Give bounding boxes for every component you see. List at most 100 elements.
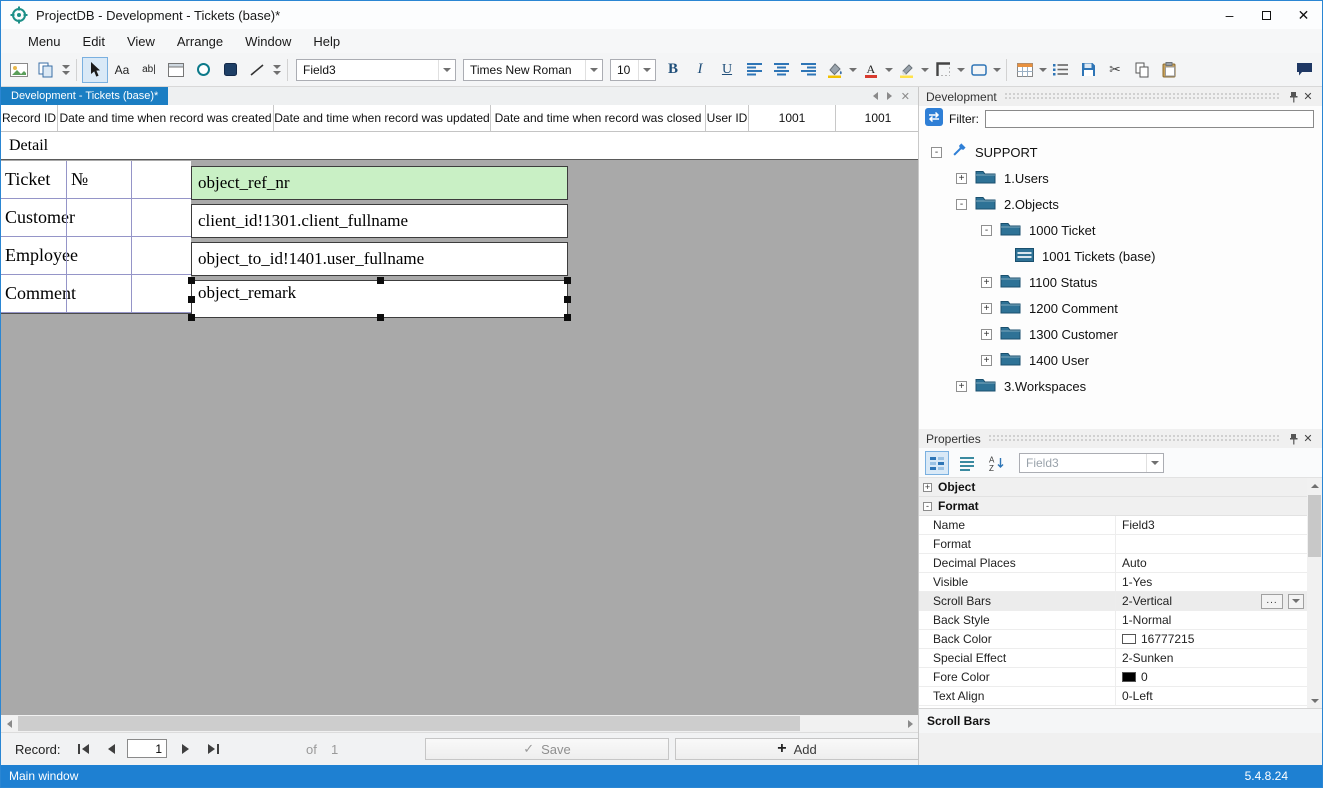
- record-prev-button[interactable]: [99, 738, 123, 760]
- shape-button[interactable]: [966, 57, 1001, 83]
- menu-item-menu[interactable]: Menu: [17, 31, 72, 52]
- header-cell-record-id[interactable]: Record ID: [1, 105, 58, 131]
- font-size-combo[interactable]: 10: [610, 59, 656, 81]
- fill-color-button[interactable]: [822, 57, 857, 83]
- close-button[interactable]: ✕: [1285, 1, 1322, 29]
- chevron-down-icon[interactable]: [638, 60, 655, 80]
- tree-item-label[interactable]: 1.Users: [1004, 171, 1049, 186]
- navigate-icon[interactable]: [925, 108, 943, 131]
- property-row-decimal-places[interactable]: Decimal Places Auto: [919, 554, 1307, 573]
- radio-tool-button[interactable]: [190, 57, 216, 83]
- chevron-down-icon[interactable]: [1146, 454, 1163, 472]
- tree-item-1001-tickets-base[interactable]: 1001 Tickets (base): [919, 243, 1322, 269]
- chevron-down-icon[interactable]: [848, 57, 857, 83]
- tab-scroll-left-icon[interactable]: [873, 92, 878, 100]
- header-cell-closed[interactable]: Date and time when record was closed: [491, 105, 706, 131]
- properties-object-combo[interactable]: Field3: [1019, 453, 1164, 473]
- property-row-scroll-bars[interactable]: Scroll Bars 2-Vertical ...: [919, 592, 1307, 611]
- record-last-button[interactable]: [201, 738, 225, 760]
- outline-button[interactable]: [1048, 57, 1074, 83]
- grid-row[interactable]: Comment: [1, 275, 191, 313]
- add-record-button[interactable]: + Add: [675, 738, 919, 760]
- textbox-tool-button[interactable]: ab|: [136, 57, 162, 83]
- field-selector-combo[interactable]: Field3: [296, 59, 456, 81]
- scrollbar-track[interactable]: [17, 715, 902, 732]
- italic-button[interactable]: I: [687, 57, 713, 83]
- scroll-left-icon[interactable]: [1, 715, 17, 732]
- maximize-button[interactable]: [1248, 1, 1285, 29]
- tree-item-support[interactable]: - SUPPORT: [919, 139, 1322, 165]
- save-button[interactable]: [1075, 57, 1101, 83]
- chevron-down-icon[interactable]: [920, 57, 929, 83]
- panel-grip[interactable]: [988, 434, 1280, 443]
- label-number-sign[interactable]: №: [66, 169, 88, 190]
- tree-item-1300-customer[interactable]: + 1300 Customer: [919, 321, 1322, 347]
- group-expander[interactable]: -: [923, 502, 932, 511]
- menu-item-help[interactable]: Help: [302, 31, 351, 52]
- property-row-fore-color[interactable]: Fore Color 0: [919, 668, 1307, 687]
- header-cell-1001-a[interactable]: 1001: [749, 105, 836, 131]
- detail-band[interactable]: Detail: [1, 132, 918, 160]
- filter-input[interactable]: [985, 110, 1314, 128]
- tab-close-icon[interactable]: ✕: [901, 90, 910, 103]
- tree-expander[interactable]: -: [931, 147, 942, 158]
- image-tool-button[interactable]: [6, 57, 32, 83]
- record-first-button[interactable]: [71, 738, 95, 760]
- toolbar-overflow-icon[interactable]: [271, 57, 282, 83]
- font-family-combo[interactable]: Times New Roman: [463, 59, 603, 81]
- save-record-button[interactable]: ✓ Save: [425, 738, 669, 760]
- cut-button[interactable]: ✂: [1102, 57, 1128, 83]
- tree-item-workspaces[interactable]: + 3.Workspaces: [919, 373, 1322, 399]
- property-row-back-color[interactable]: Back Color 16777215: [919, 630, 1307, 649]
- tree-item-label[interactable]: 1200 Comment: [1029, 301, 1118, 316]
- record-number-input[interactable]: [127, 739, 167, 758]
- tree-expander[interactable]: +: [981, 277, 992, 288]
- tree-item-1400-user[interactable]: + 1400 User: [919, 347, 1322, 373]
- tree-item-label[interactable]: 1400 User: [1029, 353, 1089, 368]
- selection-handle[interactable]: [188, 296, 195, 303]
- chevron-down-icon[interactable]: [585, 60, 602, 80]
- field-object-remark[interactable]: object_remark: [191, 280, 568, 318]
- selection-handle[interactable]: [377, 314, 384, 321]
- header-cell-1001-b[interactable]: 1001: [836, 105, 920, 131]
- pin-icon[interactable]: [1287, 433, 1301, 445]
- tree-item-objects[interactable]: - 2.Objects: [919, 191, 1322, 217]
- selection-handle[interactable]: [564, 277, 571, 284]
- border-style-button[interactable]: [930, 57, 965, 83]
- tree-item-1000-ticket[interactable]: - 1000 Ticket: [919, 217, 1322, 243]
- selection-handle[interactable]: [188, 277, 195, 284]
- scroll-down-icon[interactable]: [1307, 693, 1322, 708]
- minimize-button[interactable]: –: [1211, 1, 1248, 29]
- table-button[interactable]: [1012, 57, 1047, 83]
- menu-item-arrange[interactable]: Arrange: [166, 31, 234, 52]
- select-tool-button[interactable]: [82, 57, 108, 83]
- grid-row[interactable]: Employee: [1, 237, 191, 275]
- scroll-up-icon[interactable]: [1307, 478, 1322, 493]
- tree-item-label[interactable]: 3.Workspaces: [1004, 379, 1086, 394]
- selection-handle[interactable]: [564, 314, 571, 321]
- tree-item-label[interactable]: 1300 Customer: [1029, 327, 1118, 342]
- field-user-fullname[interactable]: object_to_id!1401.user_fullname: [191, 242, 568, 276]
- chevron-down-icon[interactable]: [438, 60, 455, 80]
- menu-item-window[interactable]: Window: [234, 31, 302, 52]
- label-customer[interactable]: Customer: [1, 207, 66, 228]
- sort-az-button[interactable]: AZ: [985, 451, 1009, 475]
- tree-expander[interactable]: -: [956, 199, 967, 210]
- selection-handle[interactable]: [377, 277, 384, 284]
- tree-item-users[interactable]: + 1.Users: [919, 165, 1322, 191]
- align-center-button[interactable]: [768, 57, 794, 83]
- titlebar[interactable]: ProjectDB - Development - Tickets (base)…: [1, 1, 1322, 29]
- chevron-down-icon[interactable]: [1038, 57, 1047, 83]
- form-design-canvas[interactable]: Detail Ticket № Customer Employee Commen…: [1, 132, 918, 715]
- pin-icon[interactable]: [1287, 91, 1301, 103]
- selection-handle[interactable]: [564, 296, 571, 303]
- close-icon[interactable]: ✕: [1301, 90, 1315, 103]
- tab-development-tickets[interactable]: Development - Tickets (base)*: [1, 87, 168, 105]
- label-employee[interactable]: Employee: [1, 245, 66, 266]
- tree-item-label[interactable]: 2.Objects: [1004, 197, 1059, 212]
- comment-button[interactable]: [1291, 57, 1317, 83]
- design-horizontal-scrollbar[interactable]: [1, 715, 918, 732]
- field-client-fullname[interactable]: client_id!1301.client_fullname: [191, 204, 568, 238]
- categorized-view-button[interactable]: [925, 451, 949, 475]
- field-object-ref-nr[interactable]: object_ref_nr: [191, 166, 568, 200]
